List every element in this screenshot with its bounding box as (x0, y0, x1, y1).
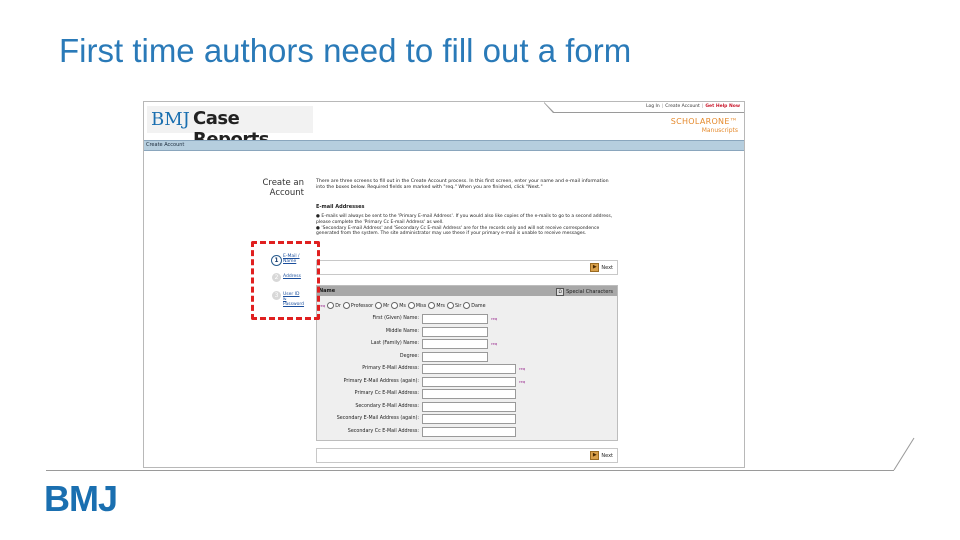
radio-button[interactable] (342, 302, 350, 309)
form-row: Primary E-Mail Address: req (317, 364, 617, 374)
title-option[interactable]: Sir (445, 302, 461, 309)
text-input[interactable] (422, 426, 516, 437)
title-option-label: Professor (350, 304, 374, 309)
slide-title: First time authors need to fill out a fo… (59, 32, 632, 69)
form-row: Secondary Cc E-Mail Address: (317, 426, 617, 437)
field-label: Secondary Cc E-Mail Address: (347, 428, 419, 434)
form-header: Name Ω Special Characters (317, 286, 617, 296)
page-title-line1: Create an (262, 178, 304, 188)
field-label: Middle Name: (385, 328, 419, 334)
form-section-title: Name (319, 288, 336, 294)
req-marker: req (519, 378, 526, 384)
top-links: Log In | Create Account | Get Help Now (646, 104, 740, 109)
page-title-line2: Account (269, 188, 304, 198)
next-bar-top: ▶ Next (316, 260, 618, 275)
nav-bar: Create Account (144, 140, 744, 151)
text-input[interactable] (422, 339, 488, 349)
login-link[interactable]: Log In (646, 104, 660, 109)
form-row: Primary E-Mail Address (again): req (317, 376, 617, 387)
req-marker: req (491, 341, 498, 346)
slide-divider (46, 470, 894, 471)
title-option-label: Dame (471, 304, 486, 309)
radio-button[interactable] (407, 302, 415, 309)
next-button-bottom[interactable]: ▶ Next (590, 451, 613, 460)
title-option-label: Mrs (436, 304, 445, 309)
radio-button[interactable] (327, 302, 335, 309)
email-heading: E-mail Addresses (316, 204, 365, 210)
step-highlight-callout (251, 241, 320, 320)
special-characters-icon: Ω (556, 287, 565, 296)
arrow-right-icon: ▶ (590, 451, 600, 460)
bullet-item: ● E-mails will always be sent to the 'Pr… (316, 214, 613, 225)
text-input[interactable] (422, 364, 516, 374)
site-header: Log In | Create Account | Get Help Now BMJ C… (144, 102, 744, 150)
field-label: Primary E-Mail Address (again): (343, 378, 419, 384)
title-option[interactable]: Professor (341, 302, 373, 309)
special-characters-button[interactable]: Ω Special Characters (556, 287, 613, 296)
help-link[interactable]: Get Help Now (705, 104, 740, 109)
title-option[interactable]: Dame (461, 302, 486, 309)
title-option[interactable]: Dr (325, 302, 341, 309)
text-input[interactable] (422, 326, 488, 337)
title-option[interactable]: Miss (406, 302, 426, 309)
title-radio-group: req Dr Professor Mr Ms Miss Mrs Sir Dame (319, 302, 486, 309)
name-form: Name Ω Special Characters req Dr Professor… (316, 285, 618, 441)
radio-button[interactable] (463, 302, 471, 309)
scholarone-logo: SCHOLARONE™ (670, 117, 738, 126)
text-input[interactable] (422, 314, 488, 324)
field-label: Secondary E-Mail Address (again): (336, 416, 419, 421)
req-marker: req (519, 366, 526, 371)
text-input[interactable] (422, 414, 516, 424)
page-title: Create an Account (244, 178, 304, 198)
screenshot-window: Log In | Create Account | Get Help Now BMJ C… (143, 101, 745, 468)
text-input[interactable] (422, 389, 516, 399)
field-label: First (Given) Name: (372, 316, 419, 321)
field-label: Secondary E-Mail Address: (355, 403, 419, 409)
nav-label: Create Account (146, 142, 185, 148)
bmj-logo: BMJ (44, 478, 118, 519)
form-row: Secondary E-Mail Address (again): (317, 414, 617, 424)
field-label: Last (Family) Name: (371, 341, 419, 346)
form-row: Middle Name: (317, 326, 617, 337)
title-option[interactable]: Mrs (426, 302, 445, 309)
radio-button[interactable] (428, 302, 436, 309)
radio-button[interactable] (391, 302, 399, 309)
scholarone-manuscripts: Manuscripts (701, 127, 738, 134)
radio-button[interactable] (446, 302, 454, 309)
create-account-link[interactable]: Create Account (665, 104, 700, 109)
field-label: Primary Cc E-Mail Address: (354, 391, 419, 396)
form-row: First (Given) Name: req (317, 314, 617, 324)
email-bullets: ● E-mails will always be sent to the 'Pr… (316, 214, 616, 237)
title-option-label: Miss (415, 304, 427, 309)
form-row: Primary Cc E-Mail Address: (317, 389, 617, 399)
bullet-item: ● 'Secondary E-mail Address' and 'Second… (316, 225, 600, 237)
arrow-right-icon: ▶ (590, 263, 600, 272)
form-row: Degree: (317, 351, 617, 362)
text-input[interactable] (422, 401, 516, 412)
req-marker: req (491, 316, 498, 321)
text-input[interactable] (422, 376, 516, 387)
form-row: Secondary E-Mail Address: (317, 401, 617, 412)
title-option[interactable]: Mr (373, 302, 389, 309)
text-input[interactable] (422, 351, 488, 362)
radio-button[interactable] (375, 302, 383, 309)
title-option[interactable]: Ms (389, 302, 406, 309)
field-label: Primary E-Mail Address: (362, 366, 419, 371)
journal-logo[interactable]: BMJ Case Reports (147, 106, 313, 150)
title-option-label: Ms (399, 304, 406, 309)
form-row: Last (Family) Name: req (317, 339, 617, 349)
logo-bmj-text: BMJ (151, 109, 190, 130)
intro-text: There are three screens to fill out in t… (316, 179, 609, 190)
next-button-top[interactable]: ▶ Next (590, 263, 613, 272)
field-label: Degree: (399, 353, 419, 359)
next-bar-bottom: ▶ Next (316, 448, 618, 463)
